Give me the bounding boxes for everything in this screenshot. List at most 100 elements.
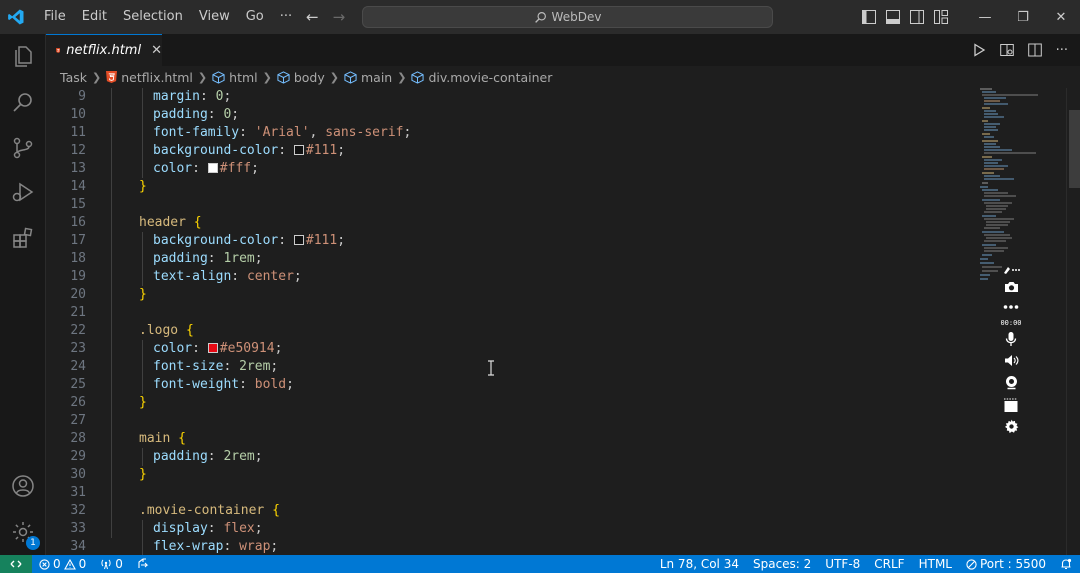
breadcrumb-html[interactable]: html [212, 70, 258, 85]
chevron-right-icon: ❯ [262, 70, 272, 84]
speaker-icon[interactable] [1004, 350, 1019, 370]
cube-symbol-icon [212, 70, 225, 84]
port-label: Port : 5500 [980, 557, 1046, 571]
code-line: 23 color: #e50914; [70, 341, 283, 356]
menu-view[interactable]: View [191, 0, 238, 34]
toggle-primary-sidebar-icon[interactable] [862, 10, 876, 24]
webcam-icon[interactable] [1004, 370, 1019, 394]
settings-gear-icon[interactable] [1004, 416, 1019, 436]
layout-controls [862, 10, 948, 24]
cube-symbol-icon [411, 70, 425, 84]
html-file-icon [106, 71, 118, 83]
color-swatch[interactable] [207, 163, 218, 173]
menu-bar: File Edit Selection View Go ··· [36, 0, 300, 34]
accounts-icon[interactable] [0, 466, 46, 506]
breadcrumb-file[interactable]: netflix.html [106, 70, 193, 85]
indentation-status[interactable]: Spaces: 2 [746, 557, 818, 571]
code-line: 26} [70, 395, 147, 410]
code-line: 33 display: flex; [70, 521, 263, 536]
status-bar: 0 0 0 Ln 78, Col 34 Spaces: 2 UTF-8 CRLF… [0, 555, 1080, 573]
color-swatch[interactable] [207, 343, 218, 353]
cursor-position[interactable]: Ln 78, Col 34 [653, 557, 746, 571]
search-view-icon[interactable] [0, 82, 46, 122]
chevron-right-icon: ❯ [397, 70, 407, 84]
run-icon[interactable] [972, 43, 986, 57]
customize-layout-icon[interactable] [934, 10, 948, 24]
code-line: 19 text-align: center; [70, 269, 302, 284]
split-editor-icon[interactable] [1027, 43, 1042, 57]
code-line: 20} [70, 287, 147, 302]
code-line: 17 background-color: #111; [70, 233, 346, 248]
warning-icon [63, 558, 76, 570]
warning-count: 0 [78, 557, 87, 571]
breadcrumb-body[interactable]: body [277, 70, 325, 85]
source-control-icon[interactable] [0, 128, 46, 168]
screen-select-icon[interactable] [1003, 394, 1019, 416]
open-preview-icon[interactable] [999, 43, 1014, 57]
back-arrow-icon[interactable]: ← [306, 8, 319, 26]
command-center-search[interactable]: WebDev [362, 6, 773, 28]
code-line: 9 margin: 0; [78, 89, 232, 104]
error-icon [39, 558, 50, 570]
encoding-status[interactable]: UTF-8 [818, 557, 867, 571]
code-line: 27 [70, 413, 86, 428]
vertical-scrollbar[interactable] [1066, 88, 1080, 555]
run-debug-icon[interactable] [0, 172, 46, 212]
breadcrumb-main[interactable]: main [344, 70, 392, 85]
close-tab-icon[interactable]: ✕ [151, 43, 162, 58]
code-line: 31 [70, 485, 86, 500]
manage-badge: 1 [26, 536, 40, 550]
close-window-button[interactable]: ✕ [1042, 10, 1080, 25]
extensions-icon[interactable] [0, 218, 46, 258]
toggle-panel-icon[interactable] [886, 10, 900, 24]
code-line: 18 padding: 1rem; [70, 251, 263, 266]
toggle-secondary-sidebar-icon[interactable] [910, 10, 924, 24]
title-bar-right: — ❐ ✕ [862, 0, 1080, 34]
live-server-port[interactable]: Port : 5500 [959, 557, 1053, 571]
code-editor[interactable]: 9 margin: 0; 10 padding: 0; 11 font-family:… [46, 88, 978, 555]
forward-arrow-icon[interactable]: → [333, 8, 346, 26]
breadcrumb-file-label: netflix.html [121, 69, 193, 85]
remote-indicator[interactable] [0, 555, 32, 573]
tab-netflix-html[interactable]: netflix.html ✕ [46, 34, 162, 66]
eol-status[interactable]: CRLF [867, 557, 911, 571]
manage-gear-icon[interactable]: 1 [0, 512, 46, 552]
menu-selection[interactable]: Selection [115, 0, 191, 34]
menu-go[interactable]: Go [238, 0, 272, 34]
code-line: 34 flex-wrap: wrap; [70, 539, 279, 554]
microphone-icon[interactable] [1005, 328, 1017, 350]
camera-icon[interactable] [1004, 278, 1019, 296]
breadcrumb: Task ❯ netflix.html ❯ html ❯ body ❯ main… [46, 66, 1080, 88]
notifications-bell-icon[interactable] [1053, 558, 1080, 570]
paint-brush-icon[interactable] [1002, 262, 1020, 278]
breadcrumb-div[interactable]: div.movie-container [411, 70, 552, 85]
recording-timer: 00:00 [1000, 319, 1022, 327]
live-share-icon [138, 558, 149, 568]
explorer-icon[interactable] [0, 36, 46, 76]
code-line: 10 padding: 0; [70, 107, 240, 122]
text-cursor-icon [488, 360, 494, 376]
menu-edit[interactable]: Edit [74, 0, 115, 34]
color-swatch[interactable] [293, 235, 304, 245]
minimize-button[interactable]: — [966, 10, 1004, 25]
history-nav: ← → [306, 0, 345, 34]
live-share-status[interactable] [130, 558, 156, 570]
code-line: 30} [70, 467, 147, 482]
language-mode[interactable]: HTML [912, 557, 959, 571]
code-line: 28 main { [70, 431, 186, 446]
code-line: 16 header { [70, 215, 202, 230]
menu-more[interactable]: ··· [272, 0, 300, 34]
chevron-right-icon: ❯ [197, 70, 208, 84]
code-line: 29 padding: 2rem; [70, 449, 263, 464]
breadcrumb-folder[interactable]: Task [60, 70, 87, 85]
scrollbar-thumb[interactable] [1069, 110, 1080, 188]
menu-file[interactable]: File [36, 0, 74, 34]
tab-label: netflix.html [66, 43, 142, 58]
problems-status[interactable]: 0 0 [32, 557, 93, 571]
ports-status[interactable]: 0 [93, 557, 130, 571]
color-swatch[interactable] [293, 145, 304, 155]
more-actions-icon[interactable]: ··· [1056, 43, 1068, 58]
restore-button[interactable]: ❐ [1004, 10, 1042, 25]
html-file-icon [56, 48, 61, 53]
more-options-icon[interactable] [1003, 296, 1019, 318]
